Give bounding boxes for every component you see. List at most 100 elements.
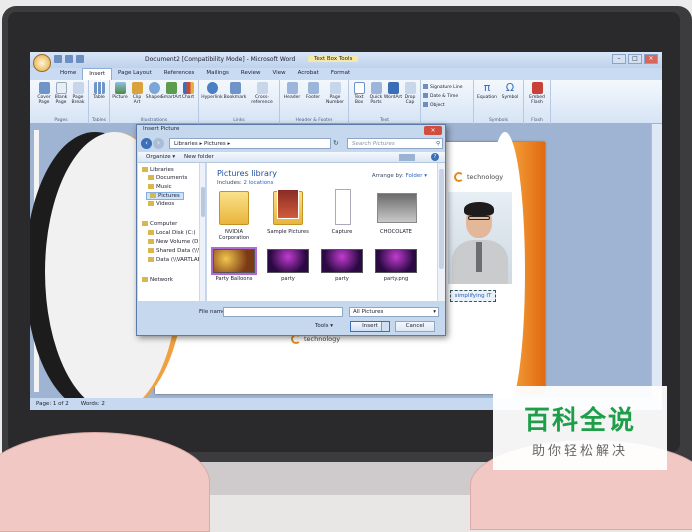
- tab-page-layout[interactable]: Page Layout: [112, 68, 158, 80]
- cancel-button[interactable]: Cancel: [395, 321, 435, 332]
- signature-line-button[interactable]: Signature Line: [423, 84, 471, 90]
- group-illustrations: Picture Clip Art Shapes SmartArt Chart I…: [110, 80, 199, 124]
- help-icon[interactable]: ?: [431, 153, 439, 161]
- footer-icon: [307, 82, 319, 94]
- image-thumbnail: [375, 249, 417, 273]
- group-links: Hyperlink Bookmark Cross-reference Links: [199, 80, 280, 124]
- tab-format[interactable]: Format: [325, 68, 356, 80]
- smartart-icon: [165, 82, 177, 94]
- minimize-button[interactable]: –: [612, 54, 626, 64]
- back-button[interactable]: ‹: [141, 138, 152, 149]
- search-icon: ⚲: [435, 141, 440, 147]
- save-icon[interactable]: [54, 55, 62, 63]
- command-bar: Organize ▾ New folder ?: [138, 152, 445, 163]
- nav-scrollbar[interactable]: [199, 163, 205, 301]
- tab-home[interactable]: Home: [54, 68, 82, 80]
- views-icon[interactable]: [399, 154, 415, 161]
- nav-documents[interactable]: Documents: [148, 175, 187, 181]
- title-bar: Document2 [Compatibility Mode] - Microso…: [30, 52, 662, 68]
- undo-icon[interactable]: [65, 55, 73, 63]
- dialog-close-button[interactable]: ×: [424, 126, 442, 135]
- file-type-dropdown[interactable]: All Pictures ▾: [349, 307, 439, 317]
- nav-music[interactable]: Music: [148, 184, 172, 190]
- file-item-sample-pictures[interactable]: Sample Pictures: [265, 187, 311, 235]
- insert-dropdown-arrow[interactable]: [381, 322, 389, 331]
- context-tab-title: Text Box Tools: [308, 56, 359, 62]
- nav-computer[interactable]: Computer: [142, 221, 177, 227]
- dialog-title: Insert Picture: [143, 126, 180, 132]
- image-thumbnail: [267, 249, 309, 273]
- nav-shared-data[interactable]: Shared Data (\\VA: [148, 248, 205, 254]
- insert-picture-dialog: Insert Picture × ‹ › Libraries ▸ Picture…: [136, 124, 446, 336]
- pi-icon: π: [483, 81, 491, 94]
- tab-acrobat[interactable]: Acrobat: [292, 68, 325, 80]
- tab-insert[interactable]: Insert: [82, 68, 113, 80]
- object-button[interactable]: Object: [423, 102, 471, 108]
- cross-reference-icon: [256, 82, 268, 94]
- file-list-scrollbar[interactable]: [437, 163, 445, 301]
- tab-mailings[interactable]: Mailings: [200, 68, 235, 80]
- file-item-party-balloons[interactable]: Party Balloons: [211, 247, 257, 282]
- redo-icon[interactable]: [76, 55, 84, 63]
- text-box-icon: [353, 82, 365, 94]
- businessman-photo[interactable]: [448, 192, 512, 284]
- group-text: Text Box Quick Parts WordArt Drop Cap Te…: [349, 80, 421, 124]
- page-number-icon: [329, 82, 341, 94]
- nav-data[interactable]: Data (\\VARTLAB): [148, 257, 204, 263]
- watermark-sub-text: 助你轻松解决: [531, 444, 628, 459]
- file-item-party-1[interactable]: party: [265, 249, 311, 282]
- flash-icon: [531, 82, 543, 94]
- arrange-by-dropdown[interactable]: Folder ▾: [405, 173, 427, 179]
- new-folder-button[interactable]: New folder: [184, 154, 214, 160]
- close-button[interactable]: ×: [644, 54, 658, 64]
- globe-icon: [206, 82, 218, 94]
- group-symbols: π Equation Ω Symbol Symbols: [474, 80, 524, 124]
- refresh-icon[interactable]: ↻: [333, 138, 343, 149]
- file-list: Pictures library Includes: 2 locations A…: [207, 163, 445, 301]
- insert-button[interactable]: Insert: [350, 321, 390, 332]
- table-icon: [93, 82, 105, 94]
- file-item-chocolate[interactable]: CHOCOLATE: [373, 187, 419, 235]
- nav-pictures[interactable]: Pictures: [146, 192, 184, 200]
- brochure-logo-top: technology: [454, 172, 503, 182]
- left-hand: [0, 432, 210, 532]
- organize-menu[interactable]: Organize ▾: [146, 154, 175, 160]
- arrange-by: Arrange by: Folder ▾: [371, 173, 427, 179]
- watermark-badge: 百科全说 助你轻松解决: [493, 386, 667, 470]
- maximize-button[interactable]: □: [628, 54, 642, 64]
- wordart-icon: [387, 82, 399, 94]
- file-item-capture[interactable]: Capture: [319, 187, 365, 235]
- word-window: Document2 [Compatibility Mode] - Microso…: [30, 52, 662, 410]
- word-count: Words: 2: [80, 401, 105, 407]
- nav-network[interactable]: Network: [142, 277, 173, 283]
- vertical-scrollbar[interactable]: [651, 124, 662, 398]
- search-input[interactable]: Search Pictures ⚲: [347, 138, 443, 149]
- tools-menu[interactable]: Tools ▾: [315, 323, 333, 329]
- ribbon: Cover Page Blank Page Page Break Pages T…: [30, 80, 662, 124]
- window-title: Document2 [Compatibility Mode] - Microso…: [145, 56, 296, 63]
- file-item-party-png[interactable]: party.png: [373, 249, 419, 282]
- tab-view[interactable]: View: [267, 68, 292, 80]
- quick-access-toolbar[interactable]: [54, 55, 84, 63]
- tagline-text-box[interactable]: simplifying IT: [450, 290, 496, 302]
- office-button[interactable]: [33, 54, 51, 72]
- image-thumbnail: [377, 193, 417, 223]
- file-item-party-2[interactable]: party: [319, 249, 365, 282]
- file-item-nvidia[interactable]: NVIDIA Corporation: [211, 187, 257, 241]
- nav-libraries[interactable]: Libraries: [142, 167, 174, 173]
- tab-references[interactable]: References: [158, 68, 201, 80]
- page-break-icon: [72, 82, 84, 94]
- nav-local-disk[interactable]: Local Disk (C:): [148, 230, 196, 236]
- nav-videos[interactable]: Videos: [148, 201, 174, 207]
- address-bar[interactable]: Libraries ▸ Pictures ▸: [169, 138, 331, 149]
- locations-link[interactable]: 2 locations: [244, 180, 274, 186]
- omega-icon: Ω: [505, 81, 515, 94]
- group-flash: Embed Flash Flash: [524, 80, 551, 124]
- nav-new-volume[interactable]: New Volume (D:): [148, 239, 202, 245]
- group-header-footer: Header Footer Page Number Header & Foote…: [280, 80, 349, 124]
- date-time-button[interactable]: Date & Time: [423, 93, 471, 99]
- chevron-down-icon: ▾: [433, 309, 436, 315]
- file-name-input[interactable]: [223, 307, 343, 317]
- tab-review[interactable]: Review: [235, 68, 267, 80]
- forward-button[interactable]: ›: [153, 138, 164, 149]
